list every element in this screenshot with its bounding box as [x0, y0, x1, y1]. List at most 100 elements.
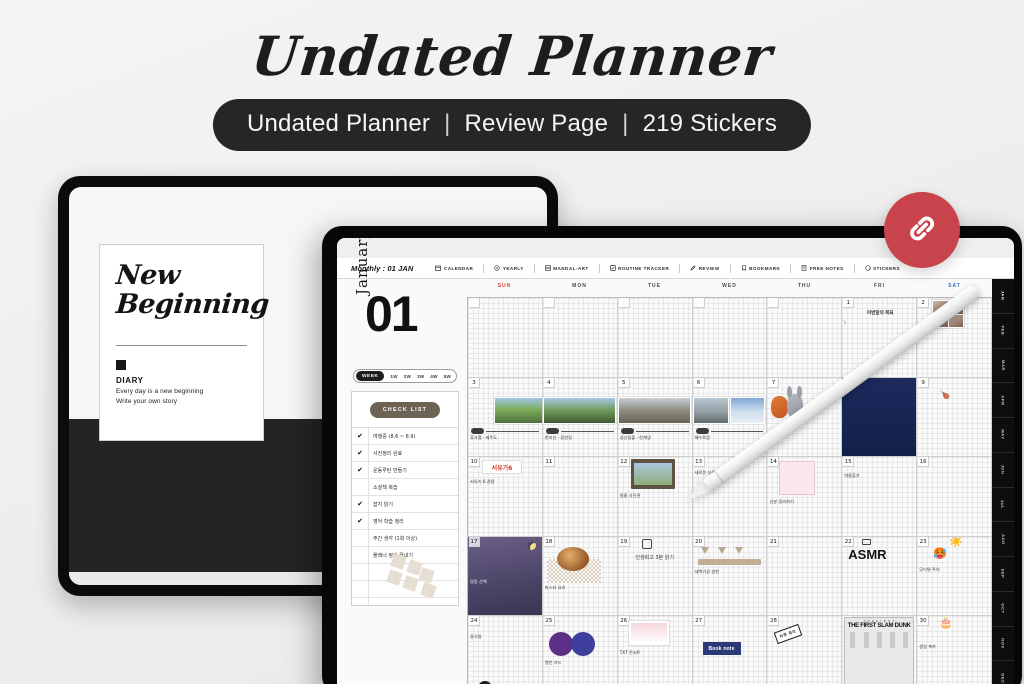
calendar-cell[interactable]: 11	[542, 457, 618, 537]
week-option-5w[interactable]: 5W	[441, 374, 454, 379]
calendar-cell[interactable]: 25 명언 카드	[542, 616, 618, 684]
checkmark-icon[interactable]: ✔	[352, 462, 369, 478]
calendar-cell[interactable]: 13 새로운 다짐	[692, 457, 768, 537]
month-tab-dec[interactable]: DEC	[992, 661, 1014, 684]
calendar-cell[interactable]: 30 🎂 생일 축하	[917, 616, 993, 684]
nav-item-calendar[interactable]: CALENDAR	[435, 265, 473, 271]
calendar-cell[interactable]: 2	[917, 298, 993, 378]
calendar-cell[interactable]	[468, 298, 543, 378]
month-tab-jan[interactable]: JAN	[992, 279, 1014, 314]
checkmark-icon[interactable]: ✔	[352, 496, 369, 512]
nav-label: YEARLY	[502, 265, 524, 271]
link-badge[interactable]	[884, 192, 960, 268]
month-tab-oct[interactable]: OCT	[992, 592, 1014, 627]
nav-item-mandal-art[interactable]: MANDAL-ART	[544, 265, 589, 271]
month-tab-jul[interactable]: JUL	[992, 488, 1014, 523]
date-number: 17	[469, 536, 480, 547]
month-tab-label: MAR	[1000, 359, 1006, 371]
nav-item-routine-tracker[interactable]: ROUTINE TRACKER	[609, 265, 670, 271]
nav-item-stickers[interactable]: STICKERS	[865, 265, 900, 271]
cell-note: 여름휴가	[844, 473, 860, 479]
calendar-cell[interactable]: 19 인생회고 3분 읽기	[617, 536, 693, 617]
cell-note: 생일 축하	[919, 644, 936, 650]
checkbox-empty-icon[interactable]	[352, 564, 369, 580]
checkbox-empty-icon[interactable]	[352, 530, 369, 546]
hot-face-icon: 🥵	[933, 547, 947, 560]
month-tab-sep[interactable]: SEP	[992, 557, 1014, 592]
nav-label: REVIEW	[698, 265, 720, 271]
calendar-cell[interactable]	[617, 298, 693, 378]
calendar-cell[interactable]: 12 필름 사진관	[617, 457, 693, 537]
checkbox-empty-icon[interactable]	[352, 547, 369, 563]
calendar-cell[interactable]: 29 T H E F I R S T THE FIRST SLAM DUNK	[842, 616, 918, 684]
nav-item-review[interactable]: REVIEW	[690, 265, 719, 271]
nav-item-bookmark[interactable]: BOOKMARK	[741, 265, 781, 271]
cell-note: 신분 정리하기	[769, 499, 794, 505]
calendar-cell[interactable]: 26 TXT 콘서트	[617, 616, 693, 684]
month-tab-aug[interactable]: AUG	[992, 522, 1014, 557]
nav-item-yearly[interactable]: YEARLY	[494, 265, 523, 271]
cell-note: 휴식일	[470, 634, 482, 640]
calendar-icon	[435, 265, 442, 271]
week-option-3w[interactable]: 3W	[414, 374, 427, 379]
month-tab-mar[interactable]: MAR	[992, 349, 1014, 384]
checklist-row[interactable]: ✔ 여행중 (8.6 ~ 8.9)	[352, 428, 458, 445]
calendar-cell[interactable]: 8	[842, 377, 918, 458]
checkbox-empty-icon[interactable]	[352, 581, 369, 597]
checkmark-icon[interactable]: ✔	[352, 445, 369, 461]
calendar-cell[interactable]: 22 ASMR	[842, 536, 918, 617]
checklist-row[interactable]: 주간 생각 (1회 이상)	[352, 530, 458, 547]
checklist-row[interactable]: ✔ 사진정리 완료	[352, 445, 458, 462]
checklist-row[interactable]: ✔ 운동루틴 만들기	[352, 462, 458, 479]
checklist-row[interactable]: 소설책 복습	[352, 479, 458, 496]
calendar-cell[interactable]: 23 ☀️ 🥵 무더위 주의	[917, 536, 993, 617]
calendar-cell[interactable]	[692, 298, 768, 378]
calendar-cell[interactable]: 24 휴식일	[468, 616, 543, 684]
week-option-2w[interactable]: 2W	[401, 374, 414, 379]
calendar-cell[interactable]	[542, 298, 618, 378]
month-tab-apr[interactable]: APR	[992, 383, 1014, 418]
calendar-cell[interactable]: 14 신분 정리하기	[767, 457, 843, 537]
checklist-row[interactable]: ✔ 영어 학습 정리	[352, 513, 458, 530]
month-tab-strip[interactable]: JAN FEB MAR APR MAY JUN JUL AUG SEP OCT NOV DEC	[992, 279, 1014, 684]
photo-strip	[692, 396, 767, 424]
month-tab-feb[interactable]: FEB	[992, 314, 1014, 349]
calendar-cell[interactable]: 21	[767, 536, 843, 617]
slam-dunk-poster-sticker: T H E F I R S T THE FIRST SLAM DUNK	[844, 617, 915, 684]
calendar-cell[interactable]: 1 이번달의 목표 \	[842, 298, 918, 378]
nav-divider	[533, 263, 535, 273]
month-tab-may[interactable]: MAY	[992, 418, 1014, 453]
calendar-cell[interactable]: 15 여름휴가	[842, 457, 918, 537]
checkmark-icon[interactable]: ✔	[352, 428, 369, 444]
month-tab-nov[interactable]: NOV	[992, 627, 1014, 662]
week-option-1w[interactable]: 1W	[387, 374, 400, 379]
tablet-right-screen: Monthly : 01 JAN CALENDAR YEARLY MANDAL-…	[337, 238, 1014, 684]
calendar-cell[interactable]: 6 해수욕장	[692, 377, 768, 458]
calendar-cell[interactable]: 9 🍗	[917, 377, 993, 458]
month-tab-label: NOV	[1000, 638, 1006, 649]
month-tab-jun[interactable]: JUN	[992, 453, 1014, 488]
checkbox-empty-icon[interactable]	[352, 479, 369, 495]
calendar-cell[interactable]: 28 티켓 정리	[767, 616, 843, 684]
diary-cover-card: New Beginning DIARY Every day is a new b…	[99, 244, 270, 441]
calendar-cell[interactable]: 3 휴가철 · 제주도	[468, 377, 543, 458]
calendar-cell[interactable]: 20 새벽기상 실천	[692, 536, 768, 617]
checklist-row[interactable]: ✔ 잡지 읽기	[352, 496, 458, 513]
calendar-cell[interactable]: 27 Book note	[692, 616, 768, 684]
planner-content: January 01 WEEK 1W 2W 3W 4W 5W CHECK LIS…	[337, 238, 993, 684]
checkmark-icon[interactable]: ✔	[352, 513, 369, 529]
week-option-4w[interactable]: 4W	[427, 374, 440, 379]
calendar-cell[interactable]	[767, 298, 843, 378]
dow-fri: FRI	[873, 283, 886, 289]
calendar-cell[interactable]: 5 성산일출 · 한계냉	[617, 377, 693, 458]
nav-item-free-notes[interactable]: FREE NOTES	[801, 265, 843, 271]
checklist-row[interactable]	[352, 598, 458, 605]
checkbox-empty-icon[interactable]	[352, 598, 369, 605]
calendar-cell[interactable]: 18 파스타 요리	[542, 536, 618, 617]
calendar-cell[interactable]: 17 달밤 산책	[468, 536, 543, 617]
calendar-cell[interactable]: 7	[767, 377, 843, 458]
week-selector[interactable]: WEEK 1W 2W 3W 4W 5W	[353, 369, 457, 383]
calendar-cell[interactable]: 4 한라산 · 등반일	[542, 377, 618, 458]
calendar-cell[interactable]: 10 서유기6 서유기 6 관람	[468, 457, 543, 537]
calendar-cell[interactable]: 16	[917, 457, 993, 537]
